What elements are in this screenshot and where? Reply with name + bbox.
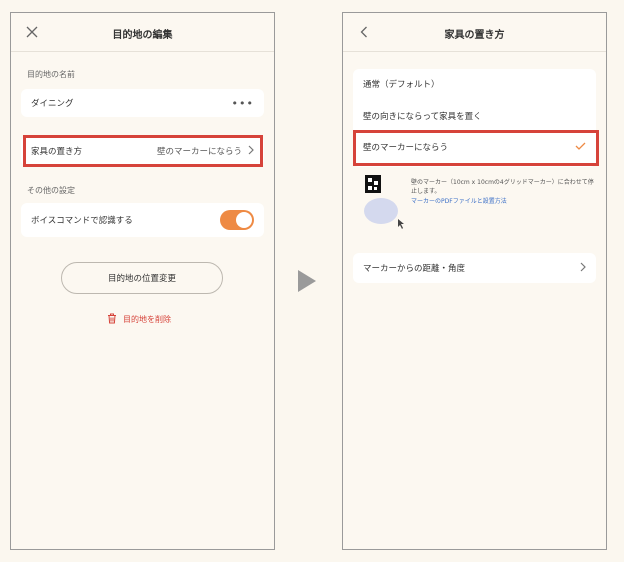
edit-destination-screen: 目的地の編集 目的地の名前 ダイニング ••• 家具の置き方 壁のマーカーになら…	[10, 12, 275, 550]
highlight-box	[353, 130, 599, 166]
voice-command-toggle[interactable]	[220, 210, 254, 230]
trash-icon	[107, 313, 117, 326]
furniture-placement-screen: 家具の置き方 通常（デフォルト） 壁の向きにならって家具を置く 壁のマーカーにな…	[342, 12, 607, 550]
destination-name-value: ダイニング	[31, 99, 74, 109]
header: 家具の置き方	[343, 13, 606, 52]
marker-robot-icon	[357, 173, 407, 233]
destination-name-field[interactable]: ダイニング •••	[21, 89, 264, 117]
distance-angle-row[interactable]: マーカーからの距離・角度	[353, 253, 596, 283]
option-default[interactable]: 通常（デフォルト）	[353, 69, 596, 99]
option-label: 通常（デフォルト）	[363, 80, 440, 90]
more-icon[interactable]: •••	[232, 97, 254, 110]
option-wall-direction[interactable]: 壁の向きにならって家具を置く	[353, 101, 596, 131]
page-title: 目的地の編集	[112, 30, 173, 41]
toggle-knob	[236, 212, 252, 228]
marker-pdf-link[interactable]: マーカーのPDFファイルと設置方法	[411, 197, 596, 206]
section-name-label: 目的地の名前	[27, 70, 75, 79]
arrow-right-icon	[298, 270, 316, 292]
marker-description-text: 壁のマーカー（10cm x 10cmの4グリッドマーカー）に合わせて停止します。	[411, 179, 594, 195]
section-other-label: その他の設定	[27, 186, 75, 195]
option-label: 壁の向きにならって家具を置く	[363, 112, 482, 122]
delete-destination-button[interactable]: 目的地を削除	[107, 313, 171, 326]
header: 目的地の編集	[11, 13, 274, 52]
distance-angle-label: マーカーからの距離・角度	[363, 264, 466, 274]
change-position-button[interactable]: 目的地の位置変更	[61, 262, 223, 294]
chevron-right-icon	[580, 262, 586, 275]
page-title: 家具の置き方	[444, 30, 505, 41]
highlight-box	[23, 135, 263, 167]
delete-label: 目的地を削除	[123, 315, 171, 324]
marker-description: 壁のマーカー（10cm x 10cmの4グリッドマーカー）に合わせて停止します。…	[411, 178, 596, 206]
voice-command-label: ボイスコマンドで認識する	[31, 216, 133, 226]
voice-command-row: ボイスコマンドで認識する	[21, 203, 264, 237]
